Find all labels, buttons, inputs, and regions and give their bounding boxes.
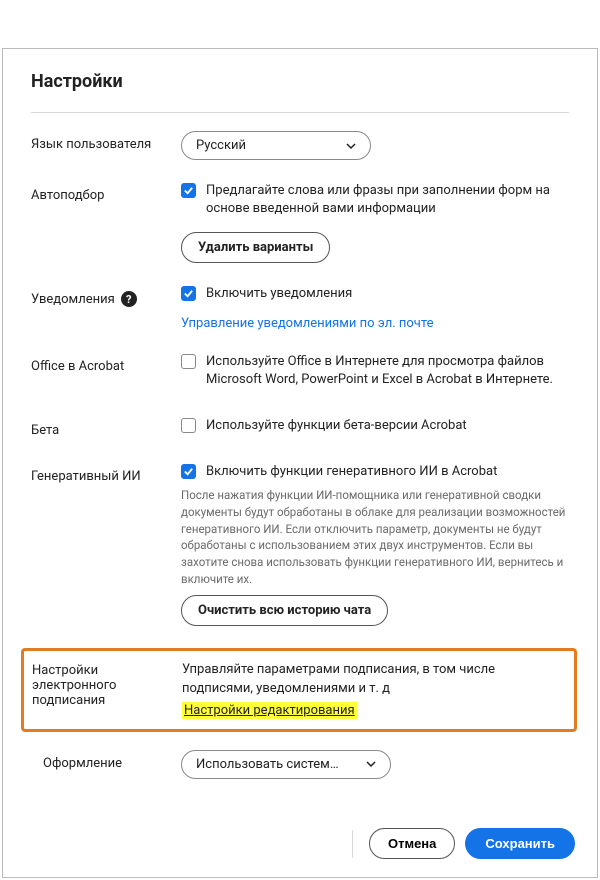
esign-edit-settings-link[interactable]: Настройки редактирования: [182, 702, 357, 719]
label-notifications-text: Уведомления: [31, 292, 115, 307]
label-appearance: Оформление: [31, 750, 181, 771]
office-check-line: Используйте Office в Интернете для просм…: [181, 353, 581, 389]
help-icon[interactable]: ?: [121, 291, 137, 307]
autocomplete-check-line: Предлагайте слова или фразы при заполнен…: [181, 182, 581, 218]
beta-check-line: Используйте функции бета-версии Acrobat: [181, 417, 581, 435]
control-esign: Управляйте параметрами подписания, в том…: [182, 661, 566, 718]
control-appearance: Использовать систем…: [181, 750, 581, 779]
appearance-select[interactable]: Использовать систем…: [181, 750, 391, 779]
label-esign-l3: подписания: [32, 693, 182, 708]
notifications-check-line: Включить уведомления: [181, 285, 581, 303]
genai-checkbox[interactable]: [181, 464, 196, 479]
office-checkbox-label: Используйте Office в Интернете для просм…: [206, 353, 581, 389]
settings-scroll-area[interactable]: Язык пользователя Русский Автоподбор Пре: [3, 113, 597, 816]
label-esign-l2: электронного: [32, 678, 182, 693]
row-appearance: Оформление Использовать систем…: [31, 750, 581, 779]
label-genai: Генеративный ИИ: [31, 463, 181, 484]
dialog-header: Настройки: [3, 49, 597, 104]
control-genai: Включить функции генеративного ИИ в Acro…: [181, 463, 581, 626]
genai-checkbox-label: Включить функции генеративного ИИ в Acro…: [206, 463, 581, 481]
control-office: Используйте Office в Интернете для просм…: [181, 353, 581, 395]
office-checkbox[interactable]: [181, 354, 196, 369]
beta-checkbox-label: Используйте функции бета-версии Acrobat: [206, 417, 581, 435]
chevron-down-icon: [366, 759, 376, 769]
dialog-footer: Отмена Сохранить: [3, 816, 597, 877]
label-beta: Бета: [31, 417, 181, 438]
autocomplete-checkbox[interactable]: [181, 183, 196, 198]
language-select-value: Русский: [196, 138, 246, 153]
settings-dialog: Настройки Язык пользователя Русский Авто…: [2, 48, 598, 878]
autocomplete-checkbox-label: Предлагайте слова или фразы при заполнен…: [206, 182, 581, 218]
esign-description: Управляйте параметрами подписания, в том…: [182, 661, 566, 697]
label-office: Office в Acrobat: [31, 353, 181, 374]
row-esign: Настройки электронного подписания Управл…: [32, 661, 566, 718]
genai-check-line: Включить функции генеративного ИИ в Acro…: [181, 463, 581, 481]
row-language: Язык пользователя Русский: [31, 131, 581, 160]
notifications-checkbox[interactable]: [181, 286, 196, 301]
label-notifications: Уведомления ?: [31, 285, 181, 307]
row-genai: Генеративный ИИ Включить функции генерат…: [31, 463, 581, 626]
label-esign: Настройки электронного подписания: [32, 661, 182, 708]
control-notifications: Включить уведомления Управление уведомле…: [181, 285, 581, 330]
label-esign-l1: Настройки: [32, 663, 182, 678]
row-office: Office в Acrobat Используйте Office в Ин…: [31, 353, 581, 395]
delete-variants-button[interactable]: Удалить варианты: [181, 232, 330, 263]
label-autocomplete: Автоподбор: [31, 182, 181, 203]
row-beta: Бета Используйте функции бета-версии Acr…: [31, 417, 581, 441]
label-language: Язык пользователя: [31, 131, 181, 152]
cancel-button[interactable]: Отмена: [369, 828, 455, 859]
esign-highlight-box: Настройки электронного подписания Управл…: [21, 648, 577, 731]
dialog-title: Настройки: [31, 71, 569, 92]
chevron-down-icon: [346, 141, 356, 151]
language-select[interactable]: Русский: [181, 131, 371, 160]
footer-divider: [352, 830, 353, 858]
control-autocomplete: Предлагайте слова или фразы при заполнен…: [181, 182, 581, 263]
row-autocomplete: Автоподбор Предлагайте слова или фразы п…: [31, 182, 581, 263]
genai-description: После нажатия функции ИИ-помощника или г…: [181, 487, 581, 587]
control-beta: Используйте функции бета-версии Acrobat: [181, 417, 581, 441]
manage-email-notifications-link[interactable]: Управление уведомлениями по эл. почте: [181, 316, 434, 331]
save-button[interactable]: Сохранить: [465, 828, 575, 859]
beta-checkbox[interactable]: [181, 418, 196, 433]
row-notifications: Уведомления ? Включить уведомления Управ…: [31, 285, 581, 330]
clear-chat-history-button[interactable]: Очистить всю историю чата: [181, 595, 388, 626]
notifications-checkbox-label: Включить уведомления: [206, 285, 581, 303]
appearance-select-value: Использовать систем…: [196, 757, 339, 772]
control-language: Русский: [181, 131, 581, 160]
